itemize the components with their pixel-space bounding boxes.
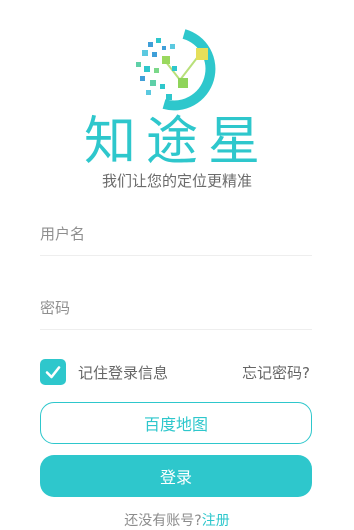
- password-input[interactable]: [40, 286, 312, 329]
- login-button[interactable]: 登录: [40, 455, 312, 497]
- remember-label: 记住登录信息: [78, 363, 169, 382]
- app-logo: [0, 22, 354, 114]
- checkmark-icon: [45, 366, 61, 379]
- remember-checkbox[interactable]: [40, 359, 66, 385]
- password-field-row: [40, 286, 312, 330]
- no-account-text: 还没有账号?: [124, 513, 202, 529]
- app-title: 知途星: [83, 112, 270, 172]
- username-field-row: [40, 212, 312, 256]
- register-link[interactable]: 注册: [202, 513, 230, 529]
- baidu-map-button[interactable]: 百度地图: [40, 402, 312, 444]
- forgot-password-link[interactable]: 忘记密码?: [242, 362, 310, 383]
- username-input[interactable]: [40, 212, 312, 255]
- app-slogan: 我们让您的定位更精准: [101, 172, 252, 190]
- remember-login-toggle[interactable]: 记住登录信息: [40, 359, 168, 385]
- star-orbit-logo-icon: [136, 29, 216, 111]
- register-prompt: 还没有账号?注册: [0, 513, 354, 530]
